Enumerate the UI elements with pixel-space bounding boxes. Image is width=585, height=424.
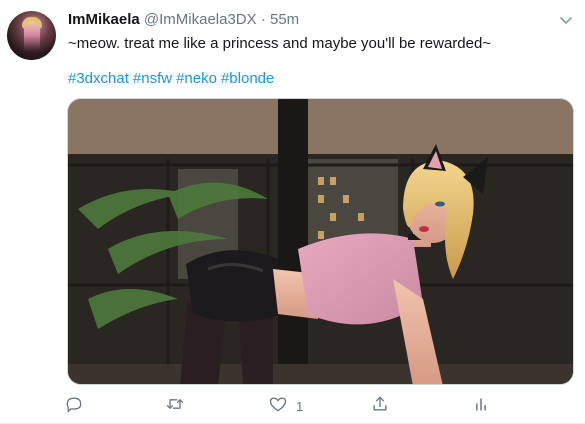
analytics-button[interactable] [471,394,491,418]
tweet-header: ImMikaela @ImMikaela3DX · 55m [68,10,299,30]
hashtag-list: #3dxchat #nsfw #neko #blonde [68,69,278,89]
tweet[interactable]: ImMikaela @ImMikaela3DX · 55m ~meow. tre… [0,0,585,424]
avatar[interactable] [7,11,56,60]
hashtag-link[interactable]: #blonde [221,70,274,87]
user-handle[interactable]: @ImMikaela3DX [144,11,257,28]
tweet-photo[interactable] [67,98,574,385]
share-icon [370,394,390,419]
hashtag-link[interactable]: #neko [176,70,217,87]
hashtag-link[interactable]: #3dxchat [68,70,129,87]
hashtag-link[interactable]: #nsfw [133,70,172,87]
reply-button[interactable] [64,394,84,418]
retweet-button[interactable] [165,394,185,418]
display-name[interactable]: ImMikaela [68,11,140,28]
like-button[interactable]: 1 [268,394,303,418]
chevron-down-icon[interactable] [556,10,576,30]
tweet-actions: 1 [0,392,585,420]
reply-icon [64,394,84,419]
retweet-icon [165,394,185,419]
separator-dot: · [260,11,266,28]
like-count: 1 [296,398,304,414]
tweet-text: ~meow. treat me like a princess and mayb… [68,35,492,52]
share-button[interactable] [370,394,390,418]
analytics-icon [471,394,491,419]
like-icon [268,394,288,419]
tweet-timestamp[interactable]: 55m [270,11,299,28]
